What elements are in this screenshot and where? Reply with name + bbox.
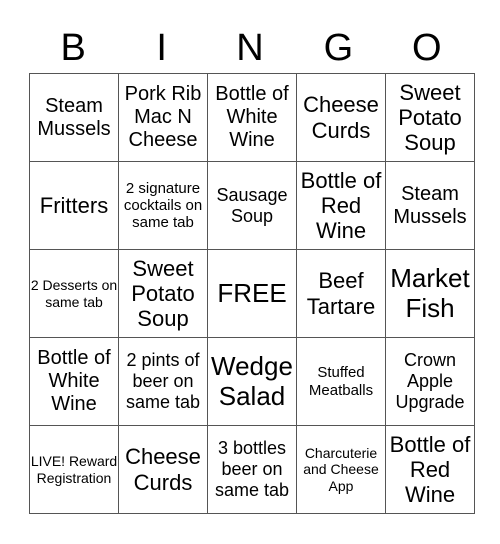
bingo-cell[interactable]: 2 pints of beer on same tab — [118, 337, 208, 426]
header-letter-b: B — [60, 27, 86, 69]
bingo-row: 2 Desserts on same tab Sweet Potato Soup… — [29, 249, 475, 338]
bingo-cell[interactable]: Bottle of Red Wine — [296, 161, 386, 250]
bingo-cell[interactable]: Beef Tartare — [296, 249, 386, 338]
bingo-cell[interactable]: Bottle of Red Wine — [385, 425, 475, 514]
bingo-cell[interactable]: Cheese Curds — [296, 73, 386, 162]
bingo-cell[interactable]: Market Fish — [385, 249, 475, 338]
header-letter-o: O — [412, 27, 442, 69]
free-space[interactable]: FREE — [207, 249, 297, 338]
bingo-cell[interactable]: LIVE! Reward Registration — [29, 425, 119, 514]
bingo-header: B I N G O — [29, 22, 471, 74]
bingo-cell[interactable]: Stuffed Meatballs — [296, 337, 386, 426]
bingo-cell[interactable]: Bottle of White Wine — [207, 73, 297, 162]
header-letter-i: I — [156, 27, 167, 69]
bingo-cell[interactable]: Steam Mussels — [385, 161, 475, 250]
bingo-cell[interactable]: 2 signature cocktails on same tab — [118, 161, 208, 250]
bingo-cell[interactable]: Wedge Salad — [207, 337, 297, 426]
bingo-cell[interactable]: 2 Desserts on same tab — [29, 249, 119, 338]
bingo-cell[interactable]: Crown Apple Upgrade — [385, 337, 475, 426]
header-letter-g: G — [323, 27, 354, 69]
bingo-cell[interactable]: Steam Mussels — [29, 73, 119, 162]
bingo-row: LIVE! Reward Registration Cheese Curds 3… — [29, 425, 475, 514]
bingo-cell[interactable]: Sweet Potato Soup — [385, 73, 475, 162]
bingo-cell[interactable]: Sausage Soup — [207, 161, 297, 250]
bingo-row: Bottle of White Wine 2 pints of beer on … — [29, 337, 475, 426]
bingo-card: Steam Mussels Pork Rib Mac N Cheese Bott… — [29, 73, 475, 514]
bingo-cell[interactable]: Cheese Curds — [118, 425, 208, 514]
header-letter-n: N — [236, 27, 264, 69]
bingo-cell[interactable]: Bottle of White Wine — [29, 337, 119, 426]
bingo-row: Steam Mussels Pork Rib Mac N Cheese Bott… — [29, 73, 475, 162]
bingo-cell[interactable]: Fritters — [29, 161, 119, 250]
bingo-cell[interactable]: 3 bottles beer on same tab — [207, 425, 297, 514]
bingo-row: Fritters 2 signature cocktails on same t… — [29, 161, 475, 250]
bingo-cell[interactable]: Pork Rib Mac N Cheese — [118, 73, 208, 162]
bingo-cell[interactable]: Sweet Potato Soup — [118, 249, 208, 338]
bingo-cell[interactable]: Charcuterie and Cheese App — [296, 425, 386, 514]
